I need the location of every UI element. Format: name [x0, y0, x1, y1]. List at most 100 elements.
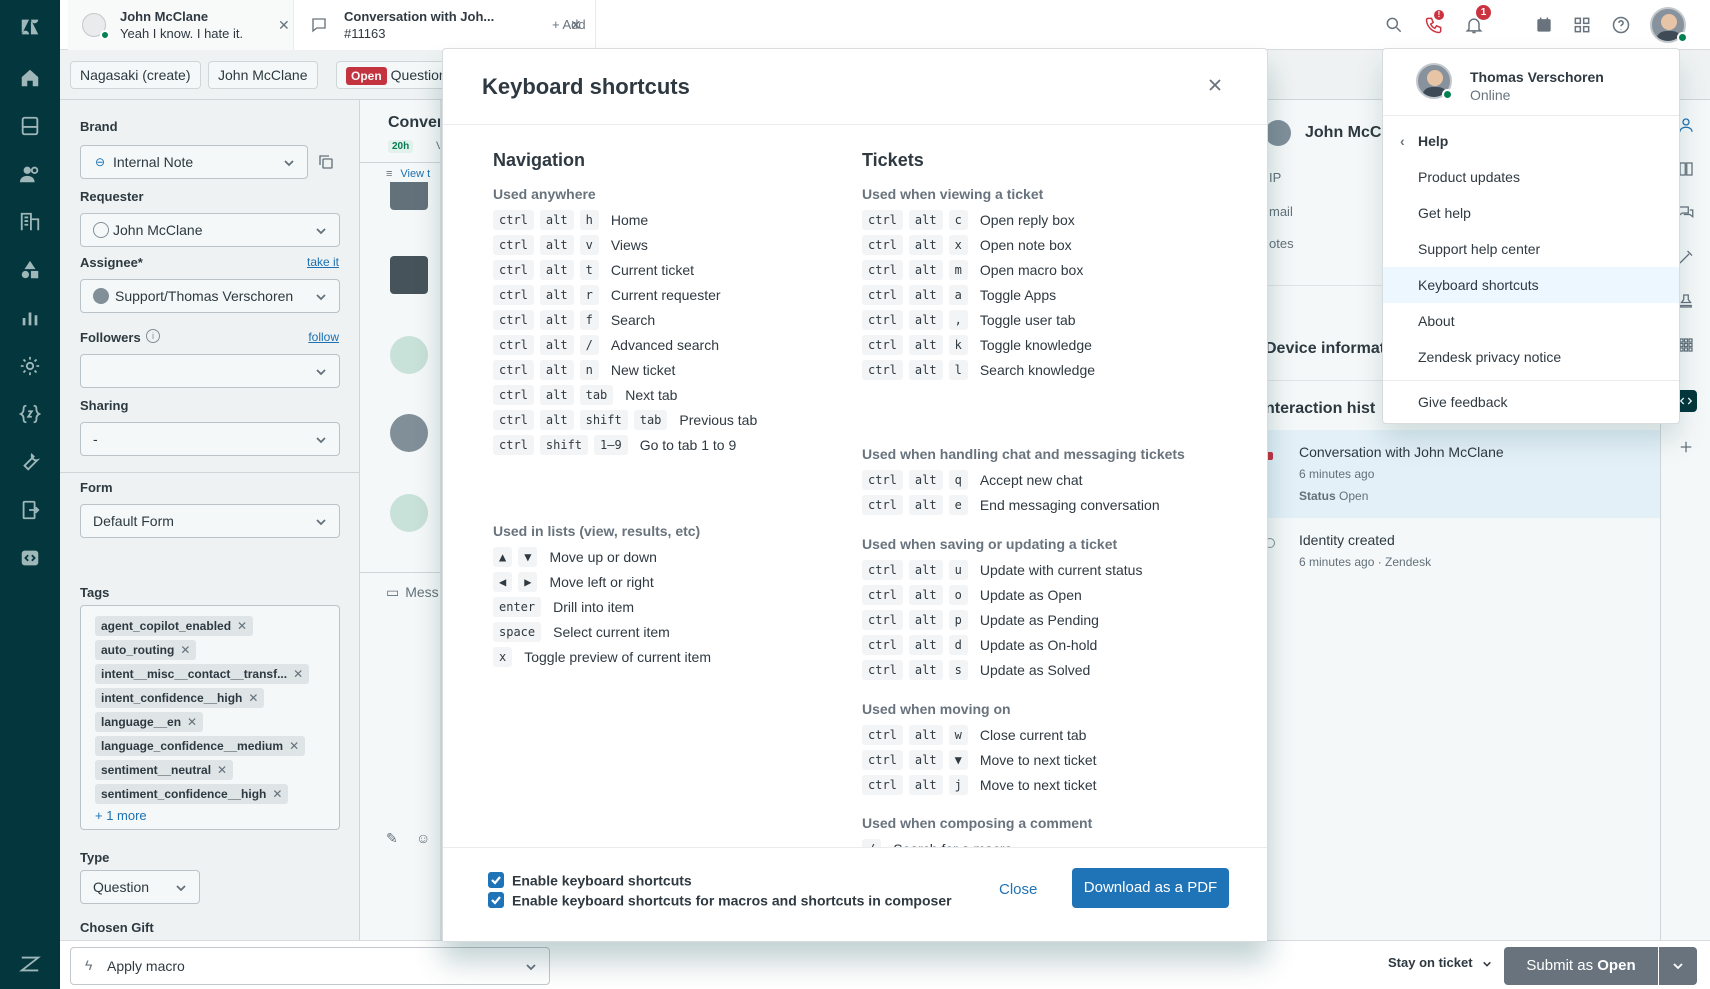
key-cap: alt [539, 260, 574, 280]
apply-macro-label: Apply macro [107, 958, 185, 974]
menu-item-get-help[interactable]: Get help [1383, 195, 1679, 231]
shortcut-row: ctrl alt v Views [493, 235, 853, 260]
shortcut-description: Current ticket [610, 262, 695, 278]
home-icon[interactable] [0, 54, 60, 102]
submit-button[interactable]: Submit as Open [1504, 947, 1658, 985]
key-cap: alt [908, 495, 943, 515]
navigation-heading: Navigation [493, 150, 586, 170]
enable-shortcuts-checkbox[interactable]: Enable keyboard shortcuts [488, 871, 692, 891]
key-cap: alt [539, 335, 574, 355]
enable-composer-shortcuts-checkbox[interactable]: Enable keyboard shortcuts for macros and… [488, 891, 952, 911]
tools-wrench-icon[interactable] [0, 438, 60, 486]
user-name: Thomas Verschoren [1470, 69, 1604, 85]
key-cap: ctrl [493, 435, 534, 455]
shortcut-description: End messaging conversation [979, 497, 1160, 513]
key-cap: alt [908, 470, 943, 490]
exit-door-icon[interactable] [0, 486, 60, 534]
shortcut-row: ctrl alt ▼ Move to next ticket [862, 750, 1222, 775]
shortcut-description: Move to next ticket [979, 777, 1097, 793]
key-cap: alt [908, 210, 943, 230]
admin-shapes-icon[interactable] [0, 246, 60, 294]
shortcut-row: ctrl alt p Update as Pending [862, 610, 1222, 635]
key-cap: ▼ [948, 750, 968, 770]
key-cap: alt [539, 360, 574, 380]
key-cap: alt [908, 360, 943, 380]
menu-item-product-updates[interactable]: Product updates [1383, 159, 1679, 195]
tab-john-mcclane[interactable]: John McClane Yeah I know. I hate it. ✕ [68, 0, 294, 50]
shortcut-description: New ticket [610, 362, 676, 378]
shortcut-row: ctrl alt u Update with current status [862, 560, 1222, 585]
top-bar: John McClane Yeah I know. I hate it. ✕ C… [60, 0, 1710, 50]
section-title: Used when composing a comment [862, 815, 1093, 831]
key-cap: alt [908, 560, 943, 580]
key-cap: alt [539, 285, 574, 305]
shortcut-description: Current requester [610, 287, 721, 303]
shortcut-description: Move to next ticket [979, 752, 1097, 768]
menu-item-about[interactable]: About [1383, 303, 1679, 339]
zendesk-wordmark-icon[interactable] [0, 940, 60, 988]
close-button[interactable]: Close [999, 881, 1037, 898]
key-cap: alt [539, 310, 574, 330]
tickets-heading: Tickets [862, 150, 924, 170]
modal-title: Keyboard shortcuts [482, 74, 690, 99]
key-cap: ctrl [862, 360, 903, 380]
views-icon[interactable] [0, 102, 60, 150]
shortcut-description: Update as Open [979, 587, 1082, 603]
shortcut-description: Move up or down [549, 549, 657, 565]
checkbox-checked-icon [488, 872, 504, 889]
shortcut-row: ctrl alt j Move to next ticket [862, 775, 1222, 800]
shortcut-row: space Select current item [493, 622, 853, 647]
key-cap: alt [908, 335, 943, 355]
organizations-icon[interactable] [0, 198, 60, 246]
shortcut-row: ctrl alt s Update as Solved [862, 660, 1222, 685]
menu-item-give-feedback[interactable]: Give feedback [1383, 384, 1679, 420]
close-modal-button[interactable] [1199, 69, 1231, 101]
shortcut-description: Toggle user tab [979, 312, 1076, 328]
stay-on-ticket-select[interactable]: Stay on ticket [1388, 955, 1492, 970]
menu-back-help[interactable]: ‹ Help [1383, 123, 1679, 159]
shortcut-row: ctrl alt e End messaging conversation [862, 495, 1222, 520]
notification-count-badge: 1 [1476, 5, 1491, 20]
shortcut-row: ctrl alt o Update as Open [862, 585, 1222, 610]
apply-macro-select[interactable]: ϟ Apply macro [70, 947, 550, 985]
menu-item-privacy-notice[interactable]: Zendesk privacy notice [1383, 339, 1679, 375]
key-cap: enter [493, 597, 542, 617]
key-cap: ctrl [862, 260, 903, 280]
tab-conversation[interactable]: Conversation with Joh... #11163 ✕ [294, 0, 596, 50]
menu-item-keyboard-shortcuts[interactable]: Keyboard shortcuts [1383, 267, 1679, 303]
key-cap: f [579, 310, 599, 330]
shortcut-description: Toggle Apps [979, 287, 1057, 303]
call-alert-badge: ! [1434, 10, 1444, 20]
settings-gear-icon[interactable] [0, 342, 60, 390]
key-cap: ctrl [862, 750, 903, 770]
menu-item-support-help-center[interactable]: Support help center [1383, 231, 1679, 267]
key-cap: ctrl [493, 360, 534, 380]
close-tab-icon[interactable]: ✕ [278, 17, 290, 34]
product-tray-grid-icon[interactable] [1570, 13, 1594, 37]
key-cap: t [579, 260, 599, 280]
calendar-icon[interactable] [1532, 13, 1556, 37]
add-tab-button[interactable]: + Add [552, 17, 586, 32]
key-cap: x [493, 647, 513, 667]
code-app-icon[interactable] [0, 534, 60, 582]
key-cap: l [948, 360, 968, 380]
key-cap: ctrl [862, 235, 903, 255]
customers-icon[interactable] [0, 150, 60, 198]
zendesk-logo-icon[interactable] [0, 3, 60, 51]
shortcut-description: Go to tab 1 to 9 [639, 437, 737, 453]
key-cap: 1–9 [594, 435, 628, 455]
global-nav-rail [0, 0, 60, 989]
phone-icon[interactable]: ! [1422, 10, 1446, 37]
reporting-icon[interactable] [0, 294, 60, 342]
key-cap: d [948, 635, 968, 655]
download-pdf-button[interactable]: Download as a PDF [1072, 868, 1229, 908]
help-question-icon[interactable] [1609, 13, 1633, 37]
key-cap: ctrl [862, 635, 903, 655]
placeholders-braces-icon[interactable] [0, 390, 60, 438]
key-cap: ◀ [493, 572, 513, 592]
submit-options-button[interactable] [1659, 947, 1697, 985]
key-cap: o [948, 585, 968, 605]
notifications-bell-icon[interactable]: 1 [1462, 5, 1491, 37]
key-cap: x [948, 235, 968, 255]
search-icon[interactable] [1382, 13, 1406, 37]
